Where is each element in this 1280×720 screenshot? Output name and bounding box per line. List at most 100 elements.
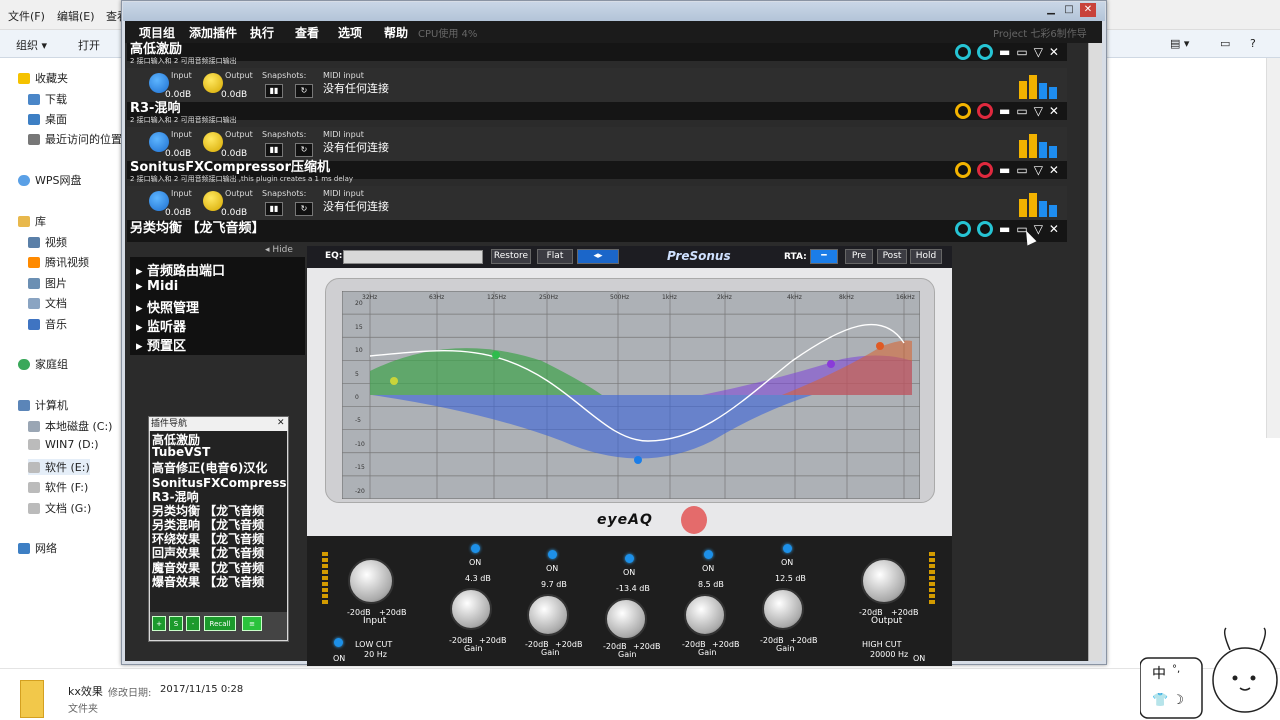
band-1-gain-knob[interactable]: [450, 588, 492, 630]
menu-add-plugin[interactable]: 添加插件: [189, 24, 237, 41]
nav-pictures[interactable]: 图片: [28, 275, 67, 291]
bypass-icon[interactable]: [955, 221, 971, 237]
menu-project-group[interactable]: 项目组: [139, 24, 175, 41]
lowcut-on-indicator[interactable]: [334, 638, 343, 647]
nav-video[interactable]: 视频: [28, 234, 67, 250]
eq-preset-dropdown[interactable]: [343, 250, 483, 264]
explorer-scrollbar[interactable]: [1266, 58, 1280, 438]
menu-edit[interactable]: 编辑(E): [57, 8, 95, 24]
output-knob[interactable]: [203, 191, 223, 211]
snapshot-icon[interactable]: ▮▮: [265, 143, 283, 157]
nav-favorites[interactable]: 收藏夹: [18, 70, 68, 86]
nav-network[interactable]: 网络: [18, 540, 57, 556]
band-1-on-indicator[interactable]: [471, 544, 480, 553]
refresh-icon[interactable]: ↻: [295, 84, 313, 98]
window-icon[interactable]: ▭: [1016, 163, 1027, 177]
ime-mascot-icon[interactable]: 中 °, 👕 ☽: [1140, 620, 1280, 720]
band-handle-2[interactable]: [492, 351, 500, 359]
remove-icon[interactable]: -: [186, 616, 200, 631]
bypass-icon[interactable]: [955, 44, 971, 60]
help-icon[interactable]: ?: [1250, 37, 1256, 50]
band-handle-1[interactable]: [390, 377, 398, 385]
rta-toggle-button[interactable]: ━: [810, 249, 838, 264]
collapse-icon[interactable]: ▽: [1034, 45, 1043, 59]
side-item-audio-routing[interactable]: ▸ 音频路由端口: [136, 260, 225, 279]
view-options-icon[interactable]: ▤ ▾: [1170, 37, 1189, 50]
nav-tencent-video[interactable]: 腾讯视频: [28, 254, 89, 270]
menu-icon[interactable]: ▬: [999, 163, 1010, 177]
band-3-on-indicator[interactable]: [625, 554, 634, 563]
nav-disk-d[interactable]: WIN7 (D:): [28, 438, 99, 451]
nav-disk-g[interactable]: 文档 (G:): [28, 500, 91, 516]
power-icon[interactable]: [977, 44, 993, 60]
refresh-icon[interactable]: ↻: [295, 143, 313, 157]
output-knob[interactable]: [203, 73, 223, 93]
nav-downloads[interactable]: 下载: [28, 91, 67, 107]
side-item-presets[interactable]: ▸ 预置区: [136, 335, 186, 354]
nav-wps[interactable]: WPS网盘: [18, 172, 82, 188]
menu-help[interactable]: 帮助: [384, 24, 408, 41]
nav-library[interactable]: 库: [18, 213, 46, 229]
list-icon[interactable]: ≡: [242, 616, 262, 631]
band-2-gain-knob[interactable]: [527, 594, 569, 636]
band-handle-4[interactable]: [827, 360, 835, 368]
pre-button[interactable]: Pre: [845, 249, 873, 264]
menu-icon[interactable]: ▬: [999, 104, 1010, 118]
plugin-header-2[interactable]: R3-混响 2 接口输入和 2 可用音频接口输出: [127, 102, 1067, 124]
power-icon[interactable]: [977, 162, 993, 178]
band-handle-3[interactable]: [634, 456, 642, 464]
menu-file[interactable]: 文件(F): [8, 8, 45, 24]
hold-button[interactable]: Hold: [910, 249, 942, 264]
plugin-header-4[interactable]: 另类均衡 【龙飞音频】: [127, 220, 1067, 242]
nav-disk-f[interactable]: 软件 (F:): [28, 479, 88, 495]
band-4-gain-knob[interactable]: [684, 594, 726, 636]
maximize-icon[interactable]: □: [1062, 3, 1076, 17]
menu-icon[interactable]: ▬: [999, 222, 1010, 236]
close-icon[interactable]: ✕: [1080, 3, 1096, 17]
close-icon[interactable]: ✕: [277, 418, 285, 428]
window-icon[interactable]: ▭: [1016, 45, 1027, 59]
add-icon[interactable]: +: [152, 616, 166, 631]
nav-disk-e[interactable]: 软件 (E:): [28, 459, 90, 475]
side-item-monitor[interactable]: ▸ 监听器: [136, 316, 186, 335]
flat-button[interactable]: Flat: [537, 249, 573, 264]
hide-button[interactable]: ◂ Hide: [265, 245, 293, 255]
menu-icon[interactable]: ▬: [999, 45, 1010, 59]
organize-button[interactable]: 组织 ▾: [16, 37, 47, 53]
bypass-icon[interactable]: [955, 162, 971, 178]
band-3-gain-knob[interactable]: [605, 598, 647, 640]
nav-recent[interactable]: 最近访问的位置: [28, 131, 122, 147]
collapse-icon[interactable]: ▽: [1034, 104, 1043, 118]
band-5-on-indicator[interactable]: [783, 544, 792, 553]
band-2-on-indicator[interactable]: [548, 550, 557, 559]
snapshot-icon[interactable]: ▮▮: [265, 202, 283, 216]
menu-view[interactable]: 查看: [295, 24, 319, 41]
power-icon[interactable]: [977, 103, 993, 119]
band-4-on-indicator[interactable]: [704, 550, 713, 559]
menu-options[interactable]: 选项: [338, 24, 362, 41]
output-knob[interactable]: [203, 132, 223, 152]
remove-icon[interactable]: ✕: [1049, 45, 1059, 59]
bypass-icon[interactable]: [955, 103, 971, 119]
restore-button[interactable]: Restore: [491, 249, 531, 264]
nav-docs[interactable]: 文档: [28, 295, 67, 311]
side-item-midi[interactable]: ▸ Midi: [136, 279, 178, 294]
nav-music[interactable]: 音乐: [28, 316, 67, 332]
plugin-header-3[interactable]: SonitusFXCompressor压缩机 2 接口输入和 2 可用音频接口输…: [127, 161, 1067, 183]
nav-computer[interactable]: 计算机: [18, 397, 68, 413]
collapse-icon[interactable]: ▽: [1034, 163, 1043, 177]
nav-desktop[interactable]: 桌面: [28, 111, 67, 127]
remove-icon[interactable]: ✕: [1049, 163, 1059, 177]
save-icon[interactable]: S: [169, 616, 183, 631]
eq-toggle-button[interactable]: ◂▸: [577, 249, 619, 264]
refresh-icon[interactable]: ↻: [295, 202, 313, 216]
output-knob[interactable]: [861, 558, 907, 604]
nav-homegroup[interactable]: 家庭组: [18, 356, 68, 372]
remove-icon[interactable]: ✕: [1049, 104, 1059, 118]
preview-pane-icon[interactable]: ▭: [1220, 37, 1230, 50]
host-scrollbar[interactable]: [1088, 43, 1102, 661]
nav-disk-c[interactable]: 本地磁盘 (C:): [28, 418, 112, 434]
menu-execute[interactable]: 执行: [250, 24, 274, 41]
power-icon[interactable]: [977, 221, 993, 237]
plugin-header-1[interactable]: 高低激励 2 接口输入和 2 可用音频接口输出: [127, 43, 1067, 65]
